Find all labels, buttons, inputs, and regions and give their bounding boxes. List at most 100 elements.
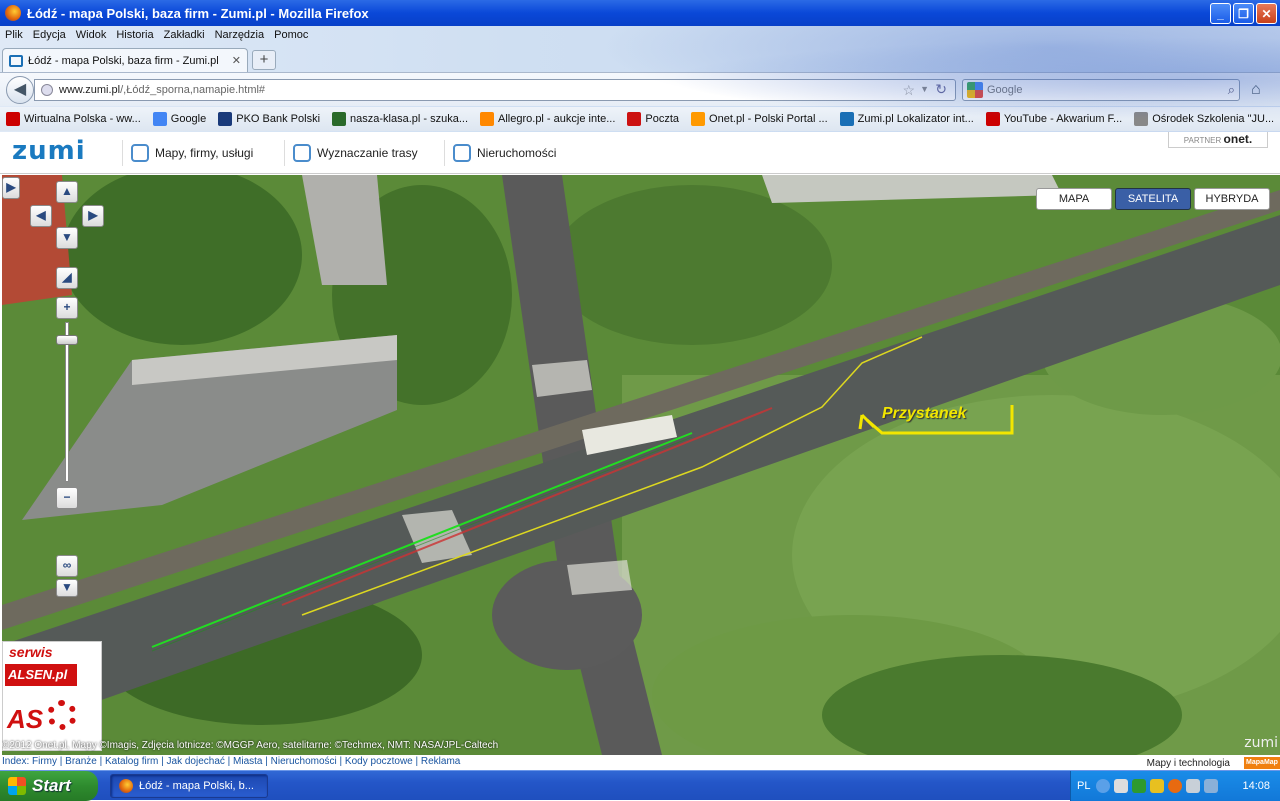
zoom-slider[interactable]	[65, 322, 69, 482]
bookmark-item[interactable]: Wirtualna Polska - ww...	[0, 112, 147, 126]
nav-nieruchomosci-label: Nieruchomości	[477, 146, 557, 160]
bookmark-item[interactable]: Onet.pl - Polski Portal ...	[685, 112, 834, 126]
bookmark-item[interactable]: Google	[147, 112, 212, 126]
tab-bar: Łódź - mapa Polski, baza firm - Zumi.pl …	[0, 46, 1280, 72]
nav-nieruchomosci[interactable]: Nieruchomości	[444, 140, 564, 166]
tray-alert-icon[interactable]	[1150, 779, 1165, 793]
zoom-slider-handle[interactable]	[56, 335, 78, 345]
menu-pomoc[interactable]: Pomoc	[269, 28, 313, 44]
tab-zumi[interactable]: Łódź - mapa Polski, baza firm - Zumi.pl …	[2, 48, 248, 72]
search-icon[interactable]: ⌕	[1228, 82, 1235, 98]
new-tab-button[interactable]: +	[252, 50, 276, 70]
ad-banner[interactable]: serwis ALSEN.pl AS	[2, 641, 102, 751]
bookmark-item[interactable]: nasza-klasa.pl - szuka...	[326, 112, 474, 126]
nav-mapy-label: Mapy, firmy, usługi	[155, 146, 254, 160]
start-button[interactable]: Start	[0, 771, 98, 801]
tray-network-icon[interactable]	[1186, 779, 1201, 793]
map-icon	[131, 144, 149, 162]
window-titlebar: Łódź - mapa Polski, baza firm - Zumi.pl …	[0, 0, 1280, 26]
url-host: www.zumi.pl	[59, 84, 121, 96]
url-input[interactable]: www.zumi.pl/,Łódź_sporna,namapie.html# ▼…	[34, 79, 956, 101]
menu-narzedzia[interactable]: Narzędzia	[210, 28, 270, 44]
panel-toggle-button[interactable]: ▶	[2, 177, 20, 199]
gear-icon	[47, 700, 77, 730]
menu-zakladki[interactable]: Zakładki	[159, 28, 210, 44]
menu-bar: Plik Edycja Widok Historia Zakładki Narz…	[0, 28, 313, 44]
bookmark-label: Ośrodek Szkolenia "JU...	[1152, 113, 1275, 125]
bookmark-favicon-icon	[480, 112, 495, 126]
taskbar-task-firefox[interactable]: Łódź - mapa Polski, b...	[110, 774, 268, 798]
tray-app-icon[interactable]	[1168, 779, 1183, 793]
language-indicator[interactable]: PL	[1077, 780, 1090, 792]
menu-widok[interactable]: Widok	[71, 28, 112, 44]
bookmark-favicon-icon	[1134, 112, 1149, 126]
mode-mapa-button[interactable]: MAPA	[1036, 188, 1112, 210]
bookmark-item[interactable]: PKO Bank Polski	[212, 112, 326, 126]
locate-button[interactable]: ◢	[56, 267, 78, 289]
url-dropdown-icon[interactable]: ▼	[920, 84, 929, 94]
bookmark-label: Google	[170, 113, 207, 125]
nav-trasa[interactable]: Wyznaczanie trasy	[284, 140, 426, 166]
tray-shield-icon[interactable]	[1132, 779, 1147, 793]
mode-satelita-button[interactable]: SATELITA	[1115, 188, 1191, 210]
url-path: /,Łódź_sporna,namapie.html#	[120, 84, 266, 96]
clock: 14:08	[1242, 780, 1270, 792]
satellite-map[interactable]: ▶ ▲ ◀ ▶ ▼ ◢ + − ∞ ▼ MAPA SATELITA HYBRYD…	[2, 175, 1280, 755]
browser-chrome: Plik Edycja Widok Historia Zakładki Narz…	[0, 26, 1280, 132]
more-options-button[interactable]: ▼	[56, 579, 78, 597]
back-button[interactable]: ◀	[6, 76, 34, 104]
bookmark-favicon-icon	[985, 112, 1000, 126]
zoom-in-button[interactable]: +	[56, 297, 78, 319]
firefox-icon	[119, 779, 133, 793]
pan-left-button[interactable]: ◀	[30, 205, 52, 227]
pan-right-button[interactable]: ▶	[82, 205, 104, 227]
footer-brand[interactable]: MapaMap	[1244, 757, 1280, 769]
pan-down-button[interactable]: ▼	[56, 227, 78, 249]
bookmark-item[interactable]: Allegro.pl - aukcje inte...	[474, 112, 621, 126]
windows-taskbar: Start Łódź - mapa Polski, b... PL 14:08	[0, 770, 1280, 801]
reload-icon[interactable]: ↻	[935, 81, 947, 98]
minimize-button[interactable]: _	[1210, 3, 1231, 24]
mode-hybryda-button[interactable]: HYBRYDA	[1194, 188, 1270, 210]
map-watermark-logo: zumi	[1244, 735, 1278, 751]
tray-search-icon[interactable]	[1114, 779, 1129, 793]
tray-volume-icon[interactable]	[1204, 779, 1219, 793]
close-button[interactable]: ✕	[1256, 3, 1277, 24]
home-icon[interactable]: ⌂	[1251, 81, 1261, 99]
partner-onet[interactable]: PARTNER onet.	[1168, 132, 1268, 148]
zumi-favicon-icon	[9, 54, 23, 67]
route-icon	[293, 144, 311, 162]
footer-tech[interactable]: Mapy i technologia	[1147, 757, 1230, 770]
pan-up-button[interactable]: ▲	[56, 181, 78, 203]
bookmark-favicon-icon	[6, 112, 20, 126]
bookmark-item[interactable]: Zumi.pl Lokalizator int...	[834, 112, 980, 126]
link-icon[interactable]: ∞	[56, 555, 78, 577]
search-placeholder: Google	[987, 84, 1023, 96]
bookmark-label: Wirtualna Polska - ww...	[24, 113, 141, 125]
bookmark-star-icon[interactable]: ☆	[902, 82, 915, 99]
nav-mapy[interactable]: Mapy, firmy, usługi	[122, 140, 261, 166]
zumi-header: zumi Mapy, firmy, usługi Wyznaczanie tra…	[0, 132, 1280, 174]
menu-edycja[interactable]: Edycja	[28, 28, 71, 44]
tab-close-icon[interactable]: ✕	[232, 54, 241, 67]
bookmark-label: Allegro.pl - aukcje inte...	[498, 113, 616, 125]
zoom-out-button[interactable]: −	[56, 487, 78, 509]
start-label: Start	[32, 776, 71, 795]
maximize-button[interactable]: ❐	[1233, 3, 1254, 24]
bookmarks-toolbar: Wirtualna Polska - ww... Google PKO Bank P…	[0, 107, 1280, 131]
tray-arrow-icon[interactable]	[1096, 779, 1111, 793]
menu-plik[interactable]: Plik	[0, 28, 28, 44]
zumi-logo[interactable]: zumi	[12, 136, 86, 166]
satellite-imagery	[2, 175, 1280, 755]
task-label: Łódź - mapa Polski, b...	[139, 780, 254, 792]
bookmark-item[interactable]: YouTube - Akwarium F...	[980, 112, 1128, 126]
partner-name: onet.	[1223, 132, 1253, 146]
ad-line3: AS	[7, 704, 44, 734]
window-title: Łódź - mapa Polski, baza firm - Zumi.pl …	[27, 5, 369, 21]
google-icon	[967, 82, 983, 98]
search-input[interactable]: Google ⌕	[962, 79, 1240, 101]
menu-historia[interactable]: Historia	[111, 28, 158, 44]
bookmark-item[interactable]: Poczta	[621, 112, 685, 126]
bookmark-item[interactable]: Ośrodek Szkolenia "JU...	[1128, 112, 1280, 126]
footer-links[interactable]: Index: Firmy | Branże | Katalog firm | J…	[2, 756, 460, 767]
